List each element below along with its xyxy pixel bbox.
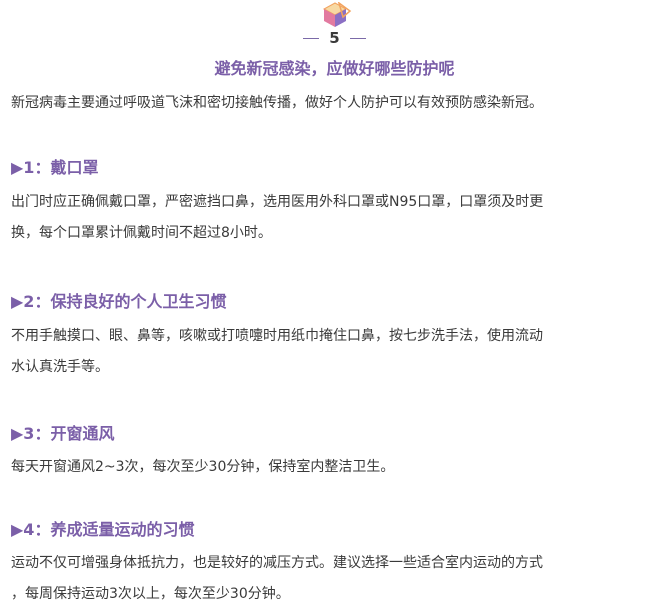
item-3-body: 每天开窗通风2~3次，每次至少30分钟，保持室内整洁卫生。 [11,452,657,483]
item-1-line-2: 换，每个口罩累计佩戴时间不超过8小时。 [11,225,272,241]
divider-left [303,37,320,39]
intro-paragraph: 新冠病毒主要通过呼吸道飞沫和密切接触传播，做好个人防护可以有效预防感染新冠。 [11,95,543,111]
item-3-heading: ▶3：开窗通风 [11,424,115,443]
item-4-line-2: ，每周保持运动3次以上，每次至少30分钟。 [11,586,290,602]
section-badge [0,2,669,28]
item-4-body: 运动不仅可增强身体抵抗力，也是较好的减压方式。建议选择一些适合室内运动的方式 ，… [11,548,657,610]
section-title: 避免新冠感染，应做好哪些防护呢 [214,59,455,78]
item-2-line-1: 不用手触摸口、眼、鼻等，咳嗽或打喷嚏时用纸巾掩住口鼻，按七步洗手法，使用流动 [11,328,543,344]
item-2-line-2: 水认真洗手等。 [11,359,109,375]
item-4-line-1: 运动不仅可增强身体抵抗力，也是较好的减压方式。建议选择一些适合室内运动的方式 [11,555,543,571]
item-1-heading: ▶1：戴口罩 [11,158,99,177]
section-number-row: 5 [0,27,669,49]
divider-right [349,37,366,39]
item-3-line-1: 每天开窗通风2~3次，每次至少30分钟，保持室内整洁卫生。 [11,459,395,475]
item-2-body: 不用手触摸口、眼、鼻等，咳嗽或打喷嚏时用纸巾掩住口鼻，按七步洗手法，使用流动 水… [11,321,657,383]
colorful-cube-icon [322,2,351,27]
item-4-heading: ▶4：养成适量运动的习惯 [11,520,195,539]
section-number: 5 [329,29,340,47]
item-2-heading: ▶2：保持良好的个人卫生习惯 [11,292,227,311]
item-1-line-1: 出门时应正确佩戴口罩，严密遮挡口鼻，选用医用外科口罩或N95口罩，口罩须及时更 [11,194,544,210]
item-1-body: 出门时应正确佩戴口罩，严密遮挡口鼻，选用医用外科口罩或N95口罩，口罩须及时更 … [11,187,657,249]
